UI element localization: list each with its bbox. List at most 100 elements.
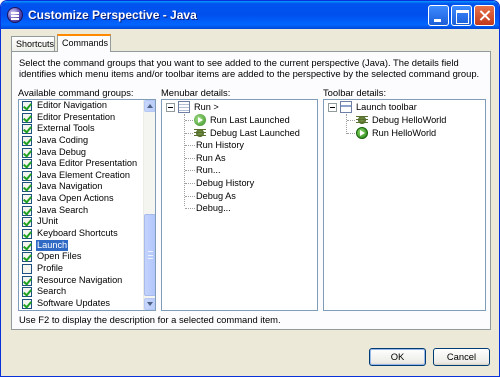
command-group-item[interactable]: Editor Presentation [19, 112, 143, 124]
command-group-checkbox[interactable] [22, 159, 32, 170]
command-group-label: Resource Navigation [37, 274, 123, 285]
toolbar-tree-item[interactable]: Debug HelloWorld [372, 114, 446, 126]
vertical-scrollbar[interactable] [143, 100, 155, 310]
command-group-label: Java Open Actions [37, 193, 114, 204]
groups-label: Available command groups: [18, 87, 134, 98]
tree-guide [185, 157, 195, 159]
toolbar-tree-item[interactable]: Run HelloWorld [372, 127, 436, 139]
tree-guide [185, 145, 195, 147]
command-group-item[interactable]: Launch [19, 239, 143, 252]
command-group-item[interactable]: Resource Navigation [19, 275, 143, 287]
command-group-checkbox[interactable] [22, 287, 32, 298]
command-group-checkbox[interactable] [22, 298, 32, 309]
tab-commands[interactable]: Commands [57, 34, 111, 52]
command-group-label: Launch [36, 239, 69, 252]
cancel-button[interactable]: Cancel [433, 348, 490, 366]
command-group-checkbox[interactable] [22, 124, 32, 135]
tree-root-launch-toolbar[interactable]: Launch toolbar [356, 101, 417, 113]
command-group-item[interactable]: Search [19, 286, 143, 298]
collapse-toggle-icon[interactable] [166, 103, 175, 112]
tree-guide [185, 195, 195, 197]
menubar-label: Menubar details: [161, 87, 231, 98]
commands-panel: Select the command groups that you want … [11, 51, 491, 330]
tree-guide [185, 183, 195, 184]
command-group-checkbox[interactable] [22, 217, 32, 228]
command-group-label: Search [37, 286, 67, 297]
command-group-checkbox[interactable] [22, 263, 32, 274]
toolbar-label: Toolbar details: [323, 87, 387, 98]
command-group-item[interactable]: External Tools [19, 123, 143, 135]
command-group-label: Keyboard Shortcuts [37, 228, 118, 239]
scroll-up-button[interactable] [144, 100, 155, 112]
command-group-checkbox[interactable] [22, 135, 32, 146]
command-group-checkbox[interactable] [22, 229, 32, 240]
command-group-checkbox[interactable] [22, 112, 32, 123]
command-group-label: Profile [37, 262, 64, 273]
command-group-item[interactable]: Java Element Creation [19, 170, 143, 182]
run-last-launched-icon [194, 114, 206, 126]
close-button[interactable] [474, 5, 495, 26]
command-group-label: JUnit [37, 216, 58, 227]
command-group-item[interactable]: Java Search [19, 205, 143, 217]
scroll-down-button[interactable] [144, 298, 155, 310]
command-group-checkbox[interactable] [22, 205, 32, 216]
command-group-item[interactable]: Editor Navigation [19, 100, 143, 112]
command-group-label: Java Editor Presentation [37, 158, 138, 169]
hint-text: Use F2 to display the description for a … [19, 314, 281, 325]
scroll-thumb[interactable] [144, 214, 155, 296]
tree-guide [184, 114, 185, 206]
customize-perspective-window: Customize Perspective - Java Shortcuts C… [0, 0, 500, 377]
command-group-item[interactable]: Java Editor Presentation [19, 158, 143, 170]
command-group-checkbox[interactable] [22, 182, 32, 193]
menubar-tree-item[interactable]: Run History [196, 139, 244, 151]
window-title: Customize Perspective - Java [28, 8, 197, 22]
command-group-item[interactable]: Java Coding [19, 135, 143, 147]
debug-last-launched-icon [194, 126, 206, 139]
toolbar-details-tree[interactable]: Launch toolbar Debug HelloWorld Run Hello… [323, 99, 486, 311]
tree-root-run[interactable]: Run > [194, 101, 219, 113]
tab-shortcuts[interactable]: Shortcuts [11, 36, 55, 51]
command-group-label: Java Navigation [37, 181, 103, 192]
maximize-button[interactable] [451, 5, 472, 26]
command-group-checkbox[interactable] [22, 275, 32, 286]
command-group-label: Editor Presentation [37, 111, 116, 122]
command-group-checkbox[interactable] [22, 147, 32, 158]
collapse-toggle-icon[interactable] [328, 103, 337, 112]
command-group-label: Java Debug [37, 146, 87, 157]
menubar-details-tree[interactable]: Run > Run Last Launched Debug Last Launch… [161, 99, 318, 311]
menubar-tree-item[interactable]: Debug History [196, 177, 254, 189]
tree-guide [346, 114, 347, 134]
ok-button[interactable]: OK [369, 348, 426, 366]
command-group-item[interactable]: Open Files [19, 251, 143, 263]
menu-icon [178, 101, 190, 113]
command-groups-items: Editor Navigation Editor Presentation Exte… [19, 100, 143, 310]
command-group-item[interactable]: Java Debug [19, 147, 143, 159]
description-text: Select the command groups that you want … [19, 57, 480, 79]
minimize-button[interactable] [428, 5, 449, 26]
command-group-item[interactable]: Software Updates [19, 298, 143, 310]
command-group-item[interactable]: JUnit [19, 216, 143, 228]
command-group-label: Software Updates [37, 297, 111, 308]
menubar-tree-item[interactable]: Debug Last Launched [210, 127, 300, 139]
command-group-item[interactable]: Java Navigation [19, 181, 143, 193]
command-group-checkbox[interactable] [22, 101, 32, 111]
command-group-checkbox[interactable] [22, 170, 32, 181]
tree-guide [185, 170, 195, 172]
command-group-checkbox[interactable] [22, 194, 32, 205]
command-group-checkbox[interactable] [22, 252, 32, 263]
command-group-checkbox[interactable] [22, 240, 32, 251]
command-group-item[interactable]: Java Open Actions [19, 193, 143, 205]
menubar-tree-item[interactable]: Run As [196, 152, 226, 164]
eclipse-icon [7, 7, 23, 23]
menubar-tree-item[interactable]: Run... [196, 164, 221, 176]
title-bar[interactable]: Customize Perspective - Java [1, 1, 499, 29]
debug-icon [356, 114, 368, 126]
menubar-tree-item[interactable]: Debug... [196, 202, 231, 214]
command-groups-list[interactable]: Editor Navigation Editor Presentation Exte… [18, 99, 156, 311]
tree-guide [185, 132, 193, 134]
menubar-tree-item[interactable]: Debug As [196, 190, 236, 202]
command-group-item[interactable]: Profile [19, 263, 143, 275]
command-group-item[interactable]: Keyboard Shortcuts [19, 228, 143, 240]
menubar-tree-item[interactable]: Run Last Launched [210, 114, 290, 126]
tree-guide [347, 132, 355, 134]
